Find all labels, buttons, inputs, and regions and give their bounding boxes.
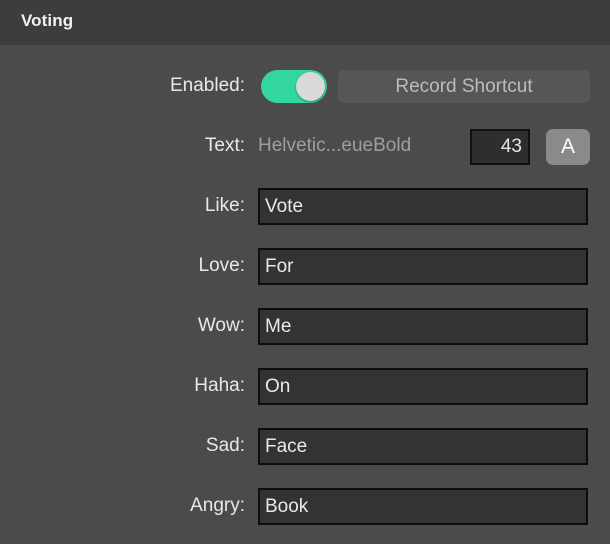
row-sad: Sad: Face: [0, 426, 610, 466]
text-label: Text:: [204, 135, 245, 156]
font-picker-button[interactable]: A: [546, 129, 590, 165]
font-name-display[interactable]: Helvetic...eueBold: [258, 126, 458, 166]
font-size-input[interactable]: 43: [470, 129, 530, 165]
like-label: Like:: [204, 195, 245, 216]
haha-input[interactable]: On: [258, 368, 588, 405]
love-label: Love:: [198, 255, 245, 276]
love-input[interactable]: For: [258, 248, 588, 285]
enabled-label: Enabled:: [169, 75, 245, 96]
like-input[interactable]: Vote: [258, 188, 588, 225]
row-enabled: Enabled: Record Shortcut: [0, 66, 610, 106]
wow-input[interactable]: Me: [258, 308, 588, 345]
sad-input[interactable]: Face: [258, 428, 588, 465]
angry-input[interactable]: Book: [258, 488, 588, 525]
sad-label: Sad:: [205, 435, 245, 456]
window-titlebar: Voting: [0, 0, 610, 45]
row-haha: Haha: On: [0, 366, 610, 406]
row-like: Like: Vote: [0, 186, 610, 226]
row-text: Text: Helvetic...eueBold 43 A: [0, 126, 610, 166]
wow-label: Wow:: [197, 315, 245, 336]
record-shortcut-button[interactable]: Record Shortcut: [338, 70, 590, 103]
toggle-knob-icon: [296, 72, 325, 101]
angry-label: Angry:: [190, 495, 245, 516]
settings-form: Enabled: Record Shortcut Text: Helvetic.…: [0, 45, 610, 544]
row-wow: Wow: Me: [0, 306, 610, 346]
haha-label: Haha:: [194, 375, 245, 396]
voting-settings-panel: Voting Enabled: Record Shortcut Text: He…: [0, 0, 610, 544]
page-title: Voting: [21, 11, 74, 30]
row-angry: Angry: Book: [0, 486, 610, 526]
enabled-toggle[interactable]: [261, 70, 327, 103]
row-love: Love: For: [0, 246, 610, 286]
